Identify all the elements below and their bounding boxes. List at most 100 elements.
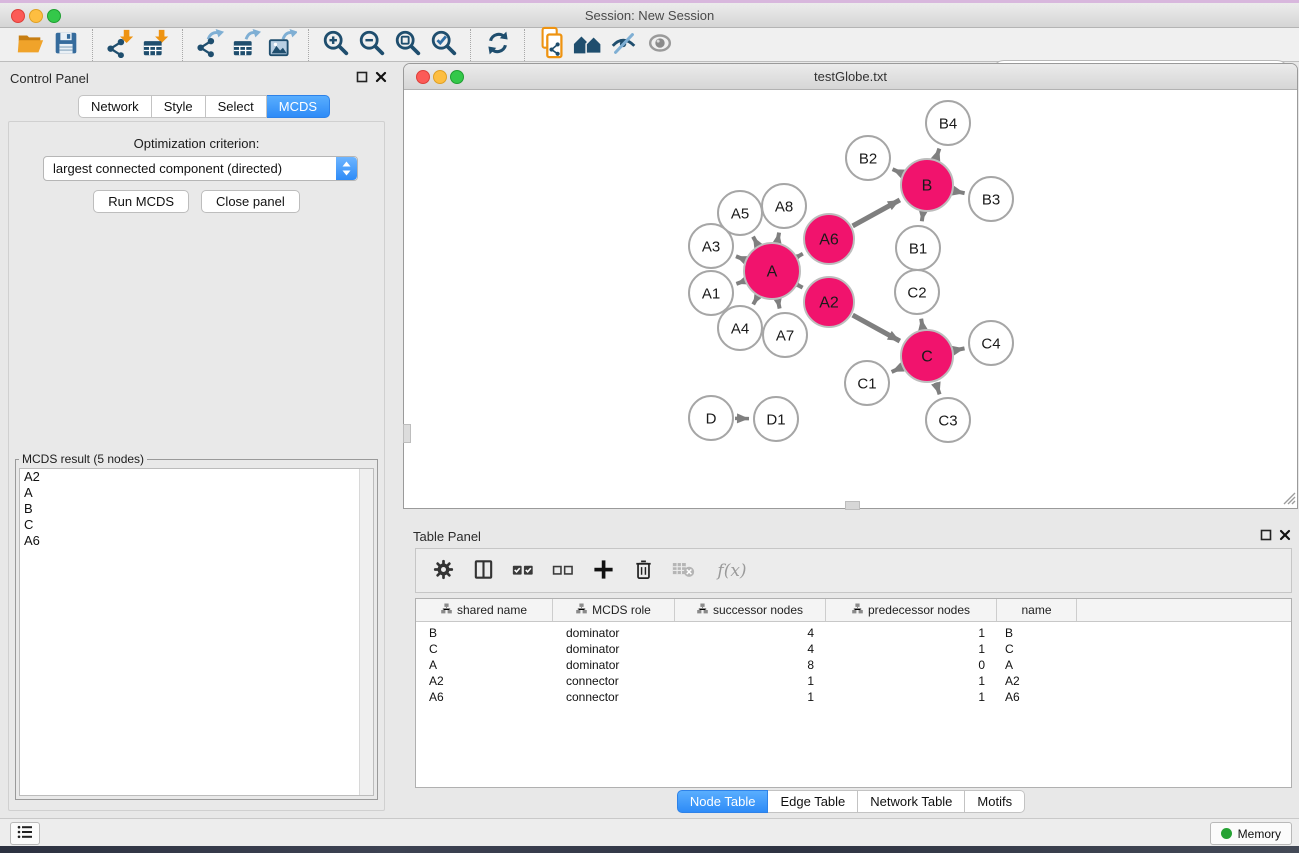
graph-edge-C-C4[interactable]: [954, 348, 964, 350]
function-builder-button[interactable]: f(x): [710, 558, 754, 584]
import-table-button[interactable]: [138, 29, 174, 61]
column-header-predecessor-nodes[interactable]: predecessor nodes: [826, 599, 997, 621]
graph-node-A1[interactable]: A1: [689, 271, 733, 315]
graph-node-C4[interactable]: C4: [969, 321, 1013, 365]
optimization-criterion-select[interactable]: largest connected component (directed): [43, 156, 358, 181]
resize-grip-icon[interactable]: [1281, 490, 1296, 508]
result-item[interactable]: A6: [20, 533, 373, 549]
graph-node-B2[interactable]: B2: [846, 136, 890, 180]
tab-style[interactable]: Style: [152, 95, 206, 118]
splitter-handle-left[interactable]: [403, 424, 411, 443]
deselect-all-button[interactable]: [550, 558, 576, 584]
graph-node-C[interactable]: C: [901, 330, 953, 382]
column-header-mcds-role[interactable]: MCDS role: [553, 599, 675, 621]
result-item[interactable]: A2: [20, 469, 373, 485]
mcds-result-list[interactable]: A2 A B C A6: [19, 468, 374, 796]
graph-edge-A-A3[interactable]: [736, 256, 744, 259]
export-table-button[interactable]: [228, 29, 264, 61]
graph-node-B4[interactable]: B4: [926, 101, 970, 145]
graph-edge-A2-C[interactable]: [853, 315, 900, 341]
tab-motifs[interactable]: Motifs: [965, 790, 1025, 813]
column-header-shared-name[interactable]: shared name: [416, 599, 553, 621]
run-mcds-button[interactable]: Run MCDS: [93, 190, 189, 213]
splitter-handle-bottom[interactable]: [845, 501, 860, 510]
delete-table-button[interactable]: [670, 558, 696, 584]
table-row[interactable]: A6connector11A6: [416, 689, 1291, 705]
graph-edge-A6-B[interactable]: [853, 200, 900, 226]
network-canvas[interactable]: B4B2BB3A5A8A6B1A3AC2A1A2A4A7C4CC1C3DD1: [404, 89, 1297, 508]
refresh-button[interactable]: [480, 29, 516, 61]
zoom-fit-button[interactable]: [390, 29, 426, 61]
graph-node-A8[interactable]: A8: [762, 184, 806, 228]
float-panel-icon[interactable]: [1260, 529, 1272, 544]
tab-edge-table[interactable]: Edge Table: [768, 790, 858, 813]
zoom-selected-button[interactable]: [426, 29, 462, 61]
graph-edge-C-C3[interactable]: [936, 383, 940, 395]
tab-mcds[interactable]: MCDS: [267, 95, 330, 118]
result-item[interactable]: A: [20, 485, 373, 501]
table-settings-button[interactable]: [430, 558, 456, 584]
export-image-button[interactable]: [264, 29, 300, 61]
select-all-button[interactable]: [510, 558, 536, 584]
graph-edge-A-A4[interactable]: [753, 297, 757, 304]
graph-node-A2[interactable]: A2: [804, 277, 854, 327]
task-history-button[interactable]: [10, 822, 40, 845]
show-graphics-button[interactable]: [642, 29, 678, 61]
graph-edge-C-C2[interactable]: [921, 319, 923, 329]
graph-edge-B-B2[interactable]: [893, 169, 902, 173]
result-scrollbar[interactable]: [359, 469, 373, 795]
table-row[interactable]: Bdominator41B: [416, 625, 1291, 641]
graph-node-A3[interactable]: A3: [689, 224, 733, 268]
import-network-button[interactable]: [102, 29, 138, 61]
export-network-button[interactable]: [192, 29, 228, 61]
graph-edge-A-A2[interactable]: [798, 285, 802, 287]
column-chooser-button[interactable]: [470, 558, 496, 584]
close-panel-button[interactable]: Close panel: [201, 190, 300, 213]
graph-edge-A-A7[interactable]: [778, 300, 780, 308]
graph-edge-C-C1[interactable]: [892, 367, 902, 371]
table-row[interactable]: A2connector11A2: [416, 673, 1291, 689]
zoom-out-button[interactable]: [354, 29, 390, 61]
zoom-in-button[interactable]: [318, 29, 354, 61]
memory-button[interactable]: Memory: [1210, 822, 1292, 845]
graph-edge-A-A8[interactable]: [777, 233, 779, 242]
graph-edge-A-A1[interactable]: [736, 281, 743, 284]
hide-panel-button[interactable]: [606, 29, 642, 61]
save-session-button[interactable]: [48, 29, 84, 61]
tab-node-table[interactable]: Node Table: [677, 790, 769, 813]
column-header-successor-nodes[interactable]: successor nodes: [675, 599, 826, 621]
graph-edge-A-A6[interactable]: [798, 254, 803, 257]
graph-node-D[interactable]: D: [689, 396, 733, 440]
graph-node-B1[interactable]: B1: [896, 226, 940, 270]
graph-edge-B-B1[interactable]: [922, 213, 923, 222]
graph-node-B3[interactable]: B3: [969, 177, 1013, 221]
graph-node-D1[interactable]: D1: [754, 397, 798, 441]
result-item[interactable]: B: [20, 501, 373, 517]
tab-select[interactable]: Select: [206, 95, 267, 118]
graph-edge-B-B3[interactable]: [954, 191, 964, 193]
table-row[interactable]: Adominator80A: [416, 657, 1291, 673]
graph-edge-B-B4[interactable]: [936, 149, 939, 159]
graph-node-B[interactable]: B: [901, 159, 953, 211]
column-header-name[interactable]: name: [997, 599, 1077, 621]
network-window-titlebar[interactable]: testGlobe.txt: [404, 64, 1297, 90]
float-panel-icon[interactable]: [356, 71, 368, 86]
add-column-button[interactable]: [590, 558, 616, 584]
graph-node-C3[interactable]: C3: [926, 398, 970, 442]
graph-node-A4[interactable]: A4: [718, 306, 762, 350]
home-button[interactable]: [570, 29, 606, 61]
open-file-button[interactable]: [12, 29, 48, 61]
graph-edge-A-A5[interactable]: [753, 237, 757, 245]
tab-network[interactable]: Network: [78, 95, 152, 118]
tab-network-table[interactable]: Network Table: [858, 790, 965, 813]
mcds-app-button[interactable]: [534, 29, 570, 61]
graph-node-C1[interactable]: C1: [845, 361, 889, 405]
graph-node-A[interactable]: A: [744, 243, 800, 299]
graph-node-A7[interactable]: A7: [763, 313, 807, 357]
close-panel-icon[interactable]: [1279, 529, 1291, 544]
table-row[interactable]: Cdominator41C: [416, 641, 1291, 657]
graph-node-A6[interactable]: A6: [804, 214, 854, 264]
delete-column-button[interactable]: [630, 558, 656, 584]
close-panel-icon[interactable]: [375, 71, 387, 86]
result-item[interactable]: C: [20, 517, 373, 533]
